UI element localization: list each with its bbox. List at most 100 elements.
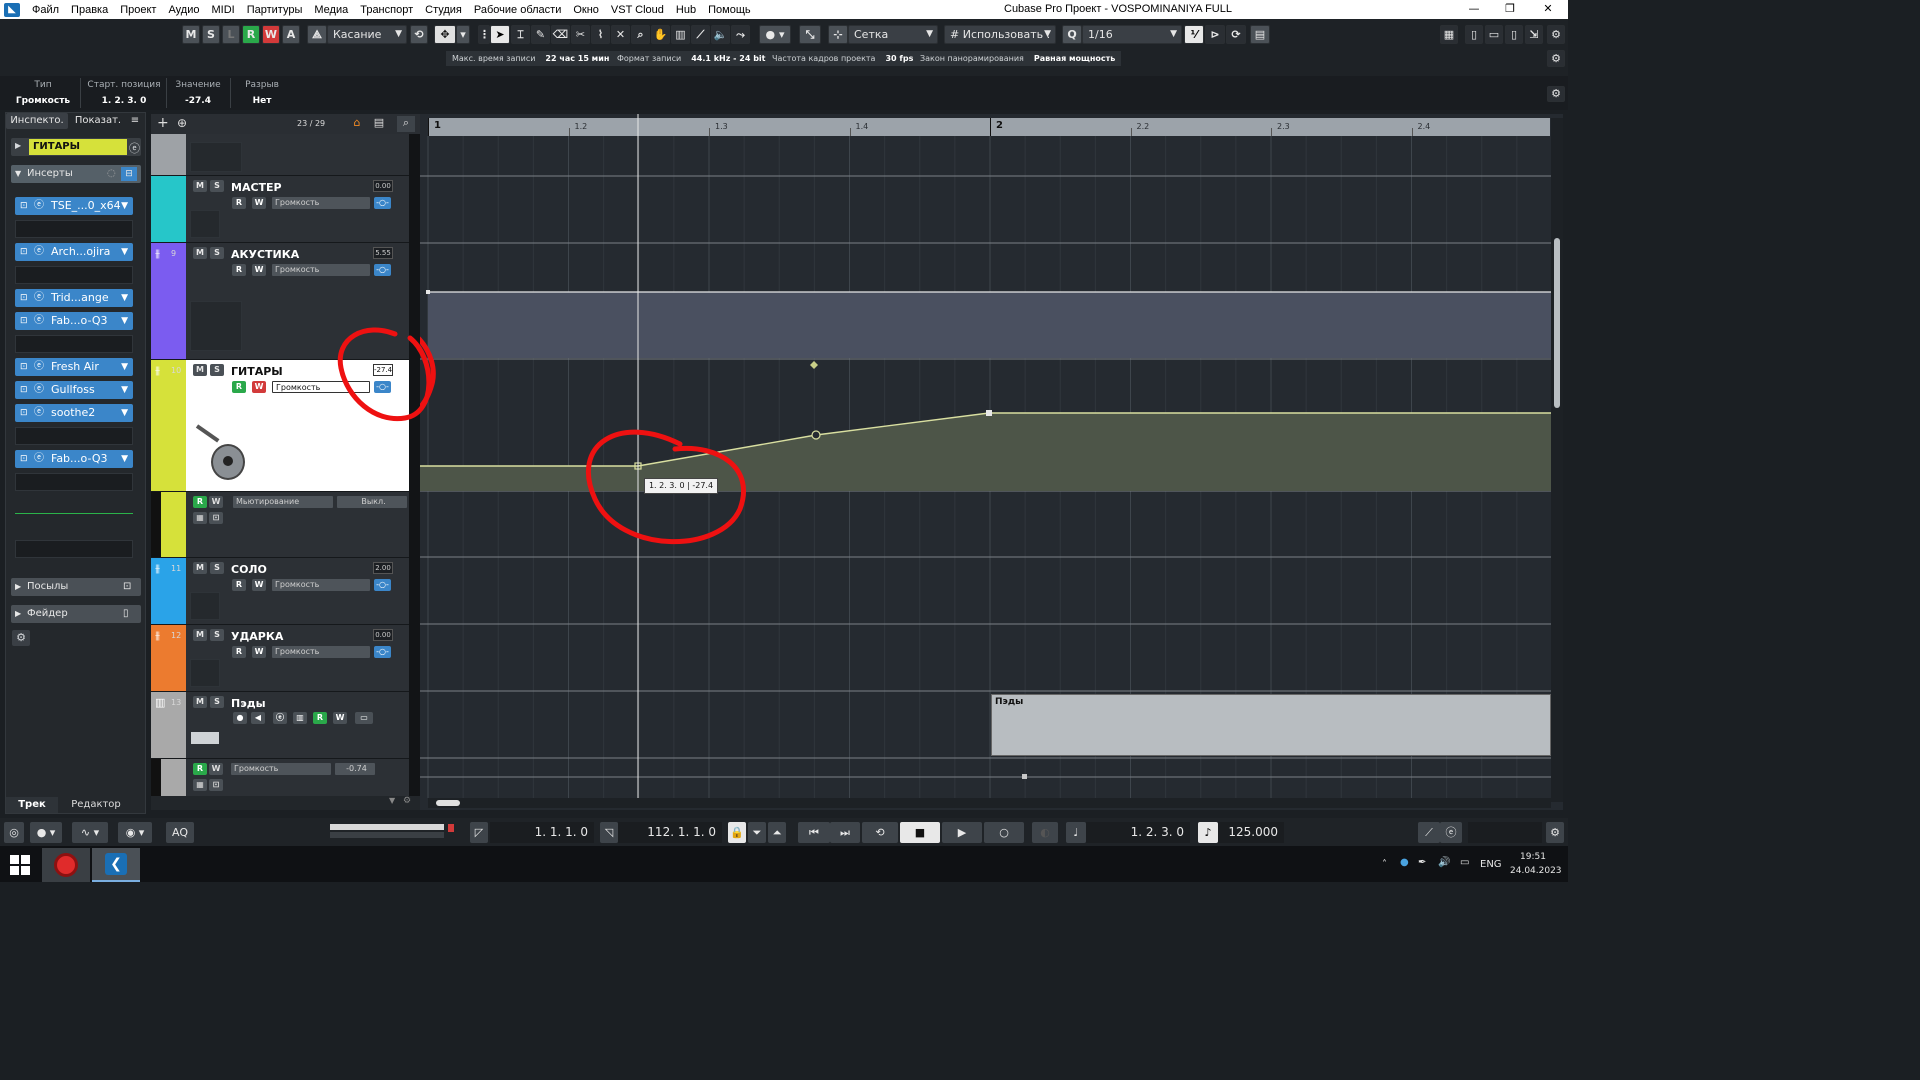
write-all-button[interactable]: W <box>262 25 280 44</box>
write-button[interactable]: W <box>252 646 266 658</box>
quantize-apply-icon[interactable]: ⟳ <box>1226 25 1246 44</box>
tray-cloud-icon[interactable]: ● <box>1400 857 1409 868</box>
automation-parameter[interactable]: Громкость <box>272 579 370 591</box>
menu-studio[interactable]: Студия <box>419 4 468 16</box>
glue-tool-icon[interactable]: ⌇ <box>591 25 610 44</box>
write-button[interactable]: W <box>209 496 223 508</box>
info-start-position[interactable]: Старт. позиция 1. 2. 3. 0 <box>86 80 162 106</box>
chevron-down-icon[interactable]: ▼ <box>121 243 128 261</box>
edit-insert-icon[interactable]: ⓔ <box>34 197 44 215</box>
mute-button[interactable]: M <box>193 247 207 259</box>
right-locator-field[interactable]: 112. 1. 1. 0 <box>618 822 722 843</box>
status-record-time[interactable]: Макс. время записи 22 час 15 мин <box>446 51 616 66</box>
info-break[interactable]: Разрыв Нет <box>234 80 290 106</box>
solo-button[interactable]: S <box>210 247 224 259</box>
vertical-scrollbar[interactable] <box>1551 118 1563 802</box>
snap-use-select[interactable]: # Использовать . ▼ <box>944 25 1056 44</box>
quantize-preset-icon[interactable]: ⊳ <box>1205 25 1225 44</box>
tab-inspector[interactable]: Инспекто. <box>6 113 68 129</box>
power-icon[interactable]: ⊡ <box>20 358 28 376</box>
audio-meter-icon[interactable]: ∿ ▾ <box>72 822 108 843</box>
cycle-button[interactable]: ⟲ <box>862 822 898 843</box>
tray-volume-icon[interactable]: 🔊 <box>1438 857 1450 868</box>
track-partial[interactable] <box>151 134 420 176</box>
inspector-track-name[interactable]: ГИТАРЫ <box>29 139 127 155</box>
solo-button[interactable]: S <box>210 629 224 641</box>
track-1[interactable]: M S МАСТЕР 0.00 R W Громкость -○- <box>151 176 420 243</box>
zoom-tool-icon[interactable]: ⌕ <box>631 25 650 44</box>
chevron-down-icon[interactable]: ▼ <box>121 450 128 468</box>
automation-mode-icon[interactable]: ⟁ <box>307 25 327 44</box>
keyboard-icon[interactable]: ▦ <box>1440 25 1458 44</box>
write-button[interactable]: W <box>252 264 266 276</box>
menu-edit[interactable]: Правка <box>65 4 114 16</box>
insert-slot-5[interactable]: ⊡ ⓔ Trid...ange ▼ <box>15 289 133 307</box>
menu-file[interactable]: Файл <box>26 4 65 16</box>
tempo-field[interactable]: 125.000 <box>1218 822 1284 843</box>
pencil-tool-icon[interactable]: ✎ <box>531 25 550 44</box>
write-button[interactable]: W <box>333 712 347 724</box>
mute-all-button[interactable]: M <box>182 25 200 44</box>
write-button[interactable]: W <box>252 197 266 209</box>
snap-toggle-icon[interactable]: ⊹ <box>828 25 848 44</box>
restore-button[interactable]: ❐ <box>1500 1 1520 17</box>
automation-value[interactable]: -0.74 <box>335 763 375 775</box>
pointer-tool-icon[interactable]: ➤ <box>490 25 510 44</box>
chevron-down-icon[interactable]: ▼ <box>121 404 128 422</box>
write-button[interactable]: W <box>252 579 266 591</box>
track-6[interactable]: ⫵ 12 M S УДАРКА 0.00 R W Громкость -○- <box>151 625 420 692</box>
power-icon[interactable]: ⊡ <box>20 289 28 307</box>
insert-slot-3[interactable]: ⊡ ⓔ Arch...ojira ▼ <box>15 243 133 261</box>
punch-in-icon[interactable]: ⏷ <box>748 822 766 843</box>
go-to-start-button[interactable]: ⏮ <box>798 822 830 843</box>
automation-parameter[interactable]: Громкость <box>272 264 370 276</box>
edit-insert-icon[interactable]: ⓔ <box>34 312 44 330</box>
lane-options-icon[interactable]: ▦ <box>193 779 207 791</box>
automation-parameter[interactable]: Громкость <box>231 763 331 775</box>
insert-slot-empty[interactable] <box>15 335 133 353</box>
track-automation-value[interactable]: 0.00 <box>373 180 393 192</box>
tab-visibility[interactable]: Показат. <box>70 113 126 129</box>
automation-lane-toggle[interactable]: -○- <box>374 646 391 658</box>
gear-icon[interactable]: ⚙ <box>1547 86 1565 102</box>
insert-slot-empty[interactable] <box>15 266 133 284</box>
tray-language[interactable]: ENG <box>1480 859 1502 870</box>
part-pady[interactable]: Пэды <box>991 694 1551 756</box>
track-automation-value[interactable]: 0.00 <box>373 629 393 641</box>
mute-button[interactable]: M <box>193 629 207 641</box>
project-window-event-display[interactable]: 1 1.2 1.3 1.4 2 2.2 2.3 2.4 1. 2. 3. 0 | -27.4 … <box>420 114 1563 810</box>
insert-slot-empty[interactable] <box>15 540 133 558</box>
sends-section[interactable]: ▶ Посылы ⊡ <box>11 578 141 596</box>
menu-hub[interactable]: Hub <box>670 4 702 16</box>
read-button[interactable]: R <box>313 712 327 724</box>
metronome-sync-icon[interactable]: ◐ <box>1032 822 1058 843</box>
menu-help[interactable]: Помощь <box>702 4 757 16</box>
automation-lane-toggle[interactable]: -○- <box>374 197 391 209</box>
track-name[interactable]: ГИТАРЫ <box>231 365 283 378</box>
right-zone-icon[interactable]: ▯ <box>1505 25 1523 44</box>
cubase-logo-icon[interactable]: ◣ <box>4 2 20 17</box>
menu-midi[interactable]: MIDI <box>205 4 240 16</box>
keyboard-icon[interactable]: ▥ <box>293 712 307 724</box>
left-locator-field[interactable]: 1. 1. 1. 0 <box>490 822 594 843</box>
automation-value[interactable]: Выкл. <box>337 496 407 508</box>
punch-icon[interactable]: ◉ ▾ <box>118 822 152 843</box>
track-presets-icon[interactable]: ⊕ <box>177 116 187 130</box>
listen-button[interactable]: L <box>222 25 240 44</box>
inserts-settings-icon[interactable]: ⊟ <box>121 167 137 181</box>
menu-audio[interactable]: Аудио <box>162 4 205 16</box>
go-to-end-button[interactable]: ⏭ <box>830 822 860 843</box>
hand-tool-icon[interactable]: ✋ <box>651 25 670 44</box>
solo-button[interactable]: S <box>210 364 224 376</box>
track-automation-value[interactable]: 5.55 <box>373 247 393 259</box>
power-icon[interactable]: ⊡ <box>20 243 28 261</box>
track-name[interactable]: Пэды <box>231 697 266 710</box>
lane-options-icon[interactable]: ▦ <box>193 512 207 524</box>
bypass-icon[interactable]: ◌ <box>107 165 116 183</box>
chevron-down-icon[interactable]: ▼ <box>389 796 395 805</box>
inserts-section[interactable]: ▼ Инсерты ◌ ⊟ <box>11 165 141 183</box>
automation-lane-toggle[interactable]: -○- <box>374 579 391 591</box>
track-name[interactable]: УДАРКА <box>231 630 283 643</box>
stop-button[interactable]: ■ <box>900 822 940 843</box>
lane-lock-icon[interactable]: ⊡ <box>209 779 223 791</box>
